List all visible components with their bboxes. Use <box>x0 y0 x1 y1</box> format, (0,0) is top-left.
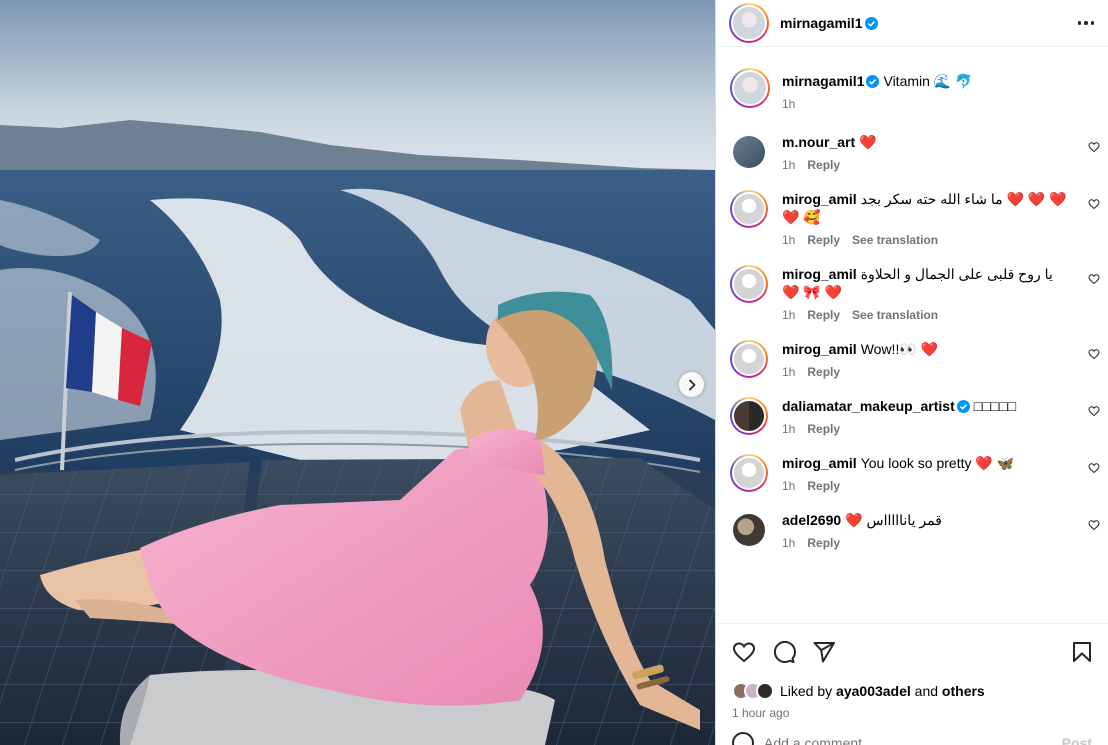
comment-item: daliamatar_makeup_artist □□□□□ 1h Reply <box>730 397 1100 436</box>
emoji-icon[interactable] <box>732 732 754 745</box>
comment-time: 1h <box>782 158 796 172</box>
commenter-avatar[interactable] <box>730 454 768 492</box>
post-actions <box>716 623 1108 679</box>
comment-item: m.nour_art ❤️ 1h Reply <box>730 133 1100 172</box>
comment-username[interactable]: mirog_amil <box>782 455 857 471</box>
add-comment-bar: Post <box>716 725 1108 745</box>
comment-time: 1h <box>782 308 796 322</box>
comment-input[interactable] <box>764 735 984 745</box>
comment-text: You look so pretty ❤️ 🦋 <box>860 455 1015 471</box>
comment-time: 1h <box>782 479 796 493</box>
commenter-avatar[interactable] <box>730 397 768 435</box>
caption-username[interactable]: mirnagamil1 <box>782 73 864 89</box>
post-side-panel: mirnagamil1 mirnagamil1 Vitamin 🌊 🐬 1h m… <box>715 0 1108 745</box>
next-photo-button[interactable] <box>679 372 704 397</box>
heart-icon[interactable] <box>732 640 756 664</box>
paper-plane-icon[interactable] <box>812 640 836 664</box>
reply-button[interactable]: Reply <box>807 422 840 436</box>
commenter-avatar[interactable] <box>730 265 768 303</box>
reply-button[interactable]: Reply <box>807 233 840 247</box>
author-avatar[interactable] <box>729 3 769 43</box>
commenter-avatar[interactable] <box>730 190 768 228</box>
see-translation-button[interactable]: See translation <box>852 233 938 247</box>
heart-icon[interactable] <box>1088 141 1100 153</box>
comment-username[interactable]: mirog_amil <box>782 191 857 207</box>
comments-list[interactable]: mirnagamil1 Vitamin 🌊 🐬 1h m.nour_art ❤️ 1… <box>716 47 1108 623</box>
comment-text: Wow!!👀 ❤️ <box>860 341 939 357</box>
comment-time: 1h <box>782 365 796 379</box>
posted-time: 1 hour ago <box>732 706 790 720</box>
comment-item: mirog_amil Wow!!👀 ❤️ 1h Reply <box>730 340 1100 379</box>
liker-username[interactable]: aya003adel <box>836 683 911 699</box>
comment-time: 1h <box>782 233 796 247</box>
reply-button[interactable]: Reply <box>807 308 840 322</box>
comment-username[interactable]: mirog_amil <box>782 341 857 357</box>
heart-icon[interactable] <box>1088 273 1100 285</box>
heart-icon[interactable] <box>1088 405 1100 417</box>
instagram-post-view: mirnagamil1 mirnagamil1 Vitamin 🌊 🐬 1h m… <box>0 0 1108 745</box>
comment-bubble-icon[interactable] <box>772 640 796 664</box>
author-avatar-small[interactable] <box>730 68 770 108</box>
likers-avatars[interactable] <box>732 682 774 700</box>
heart-icon[interactable] <box>1088 198 1100 210</box>
reply-button[interactable]: Reply <box>807 479 840 493</box>
caption-time: 1h <box>782 97 796 111</box>
reply-button[interactable]: Reply <box>807 158 840 172</box>
commenter-avatar[interactable] <box>733 136 765 168</box>
author-username[interactable]: mirnagamil1 <box>780 15 862 31</box>
comment-text: □□□□□ <box>973 398 1017 414</box>
comment-text: ❤️ قمر ياناااااس <box>845 512 942 528</box>
see-translation-button[interactable]: See translation <box>852 308 938 322</box>
comment-username[interactable]: mirog_amil <box>782 266 857 282</box>
commenter-avatar[interactable] <box>733 514 765 546</box>
post-comment-button[interactable]: Post <box>1062 735 1092 745</box>
comment-username[interactable]: adel2690 <box>782 512 841 528</box>
verified-badge-icon <box>956 400 970 413</box>
comment-time: 1h <box>782 536 796 550</box>
comment-item: mirog_amil You look so pretty ❤️ 🦋 1h Repl… <box>730 454 1100 493</box>
caption-text: Vitamin 🌊 🐬 <box>883 73 973 89</box>
reply-button[interactable]: Reply <box>807 365 840 379</box>
bookmark-icon[interactable] <box>1070 640 1094 664</box>
likes-summary: Liked by aya003adel and others <box>716 679 1108 703</box>
post-photo[interactable] <box>0 0 715 745</box>
comment-item: adel2690 ❤️ قمر ياناااااس 1h Reply <box>730 511 1100 550</box>
post-header: mirnagamil1 <box>716 0 1108 47</box>
verified-badge-icon <box>865 16 879 30</box>
reply-button[interactable]: Reply <box>807 536 840 550</box>
likes-others-link[interactable]: others <box>942 683 985 699</box>
more-horizontal-icon <box>1077 21 1081 25</box>
likes-prefix: Liked by <box>780 683 833 699</box>
commenter-avatar[interactable] <box>730 340 768 378</box>
comment-time: 1h <box>782 422 796 436</box>
comment-username[interactable]: m.nour_art <box>782 134 855 150</box>
verified-badge-icon <box>866 75 880 88</box>
likes-joiner: and <box>914 683 939 699</box>
comment-item: mirog_amil ما شاء الله حته سكر بجد ❤️ ❤️ … <box>730 190 1100 247</box>
comment-item: mirog_amil يا روح قلبى على الجمال و الحلا… <box>730 265 1100 322</box>
caption: mirnagamil1 Vitamin 🌊 🐬 1h <box>730 68 1100 111</box>
more-options-button[interactable] <box>1077 13 1094 33</box>
heart-icon[interactable] <box>1088 519 1100 531</box>
comment-text: ❤️ <box>859 134 877 150</box>
chevron-right-icon <box>688 379 695 390</box>
photo-scene <box>0 0 715 745</box>
heart-icon[interactable] <box>1088 348 1100 360</box>
heart-icon[interactable] <box>1088 462 1100 474</box>
comment-username[interactable]: daliamatar_makeup_artist <box>782 398 955 414</box>
